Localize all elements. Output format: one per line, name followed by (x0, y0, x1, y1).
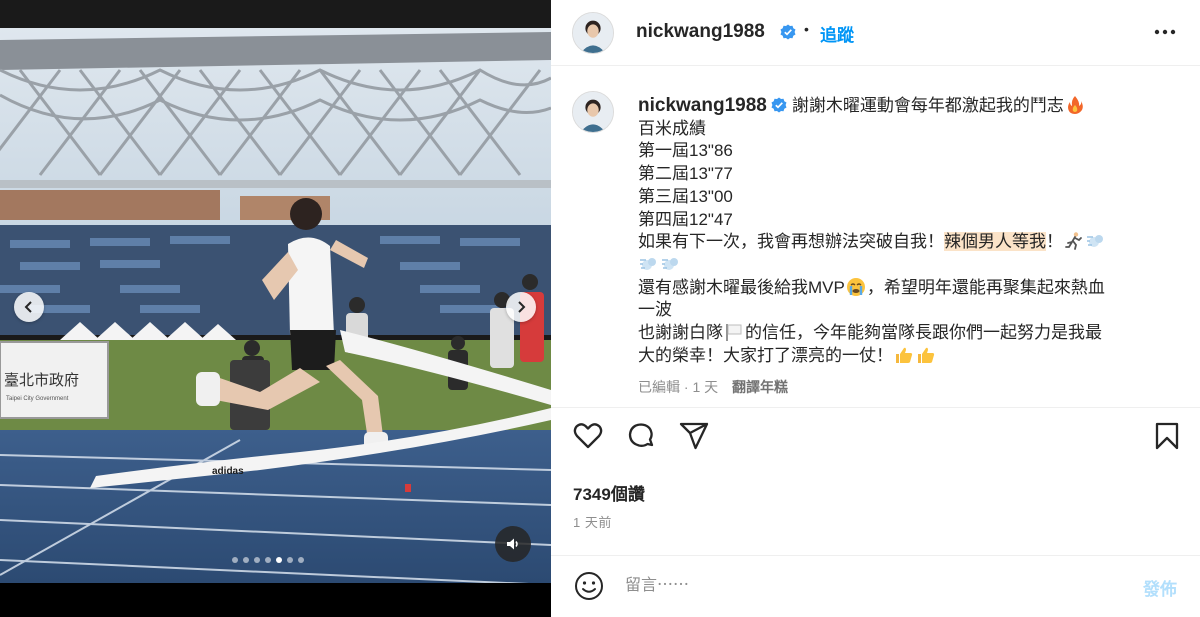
author-username[interactable]: nickwang1988 (636, 21, 765, 43)
carousel-dot (243, 557, 249, 563)
action-bar (551, 420, 1200, 464)
caption-text: nickwang1988 謝謝木曜運動會每年都激起我的鬥志 百米成績 第一屆13"… (638, 95, 1158, 367)
caption-line: 還有感謝木曜最後給我MVP ，希望明年還能再聚集起來熱血 (638, 277, 1158, 300)
signage-subtext: Taipei City Government (6, 396, 69, 402)
caption-line (638, 254, 1158, 277)
speaker-icon (507, 538, 518, 550)
caption-line-6: 第四屆12"47 (638, 209, 733, 229)
carousel-dot (298, 557, 304, 563)
carousel-next-button[interactable] (506, 292, 536, 322)
header-separator: • (804, 21, 809, 37)
comment-input[interactable] (625, 573, 1105, 599)
verified-badge-icon (771, 97, 787, 113)
post-header: nickwang1988 • 追蹤 (551, 0, 1200, 66)
fire-emoji-icon (1067, 96, 1083, 114)
crying-emoji-icon (846, 277, 865, 296)
carousel-dot (276, 557, 282, 563)
carousel-dot (254, 557, 260, 563)
edited-label: 已編輯 (638, 379, 680, 395)
caption-line-5: 第三屆13"00 (638, 186, 733, 206)
caption-highlight: 辣個男人等我 (944, 232, 1046, 252)
dash-emoji-icon (1087, 235, 1103, 248)
comment-icon[interactable] (625, 420, 657, 452)
carousel-dot (287, 557, 293, 563)
caption-age: 1 天 (692, 379, 719, 395)
avatar-image (573, 13, 613, 53)
post-timestamp: 1 天前 (573, 515, 612, 530)
bookmark-icon[interactable] (1151, 420, 1183, 452)
ribbon-brand-text: adidas (212, 466, 244, 477)
caption-line-7b: ！ (1046, 232, 1063, 252)
caption-line: 如果有下一次，我會再想辦法突破自我！辣個男人等我！ (638, 231, 1158, 254)
caption-line-9: 還有感謝木曜最後給我MVP (638, 277, 845, 297)
follow-button[interactable]: 追蹤 (820, 21, 854, 46)
signage-text: 臺北市政府 (4, 372, 79, 389)
caption-line-9b: ，希望明年還能再聚集起來熱血 (866, 277, 1105, 297)
caption-line-7a: 如果有下一次，我會再想辦法突破自我！ (638, 232, 944, 252)
caption-line-3: 第一屆13"86 (638, 141, 733, 161)
heart-icon[interactable] (572, 420, 604, 452)
caption-line-10: 一波 (638, 300, 672, 320)
thumbs-up-emoji-icon (918, 347, 935, 363)
share-icon[interactable] (678, 420, 710, 452)
avatar-image (573, 92, 613, 132)
emoji-picker-icon[interactable] (573, 570, 605, 602)
likes-count[interactable]: 7349個讚 (573, 480, 645, 505)
caption-line: nickwang1988 謝謝木曜運動會每年都激起我的鬥志 (638, 95, 1158, 118)
caption-line-12: 大的榮幸！大家打了漂亮的一仗！ (638, 345, 893, 365)
caption-line-11a: 也謝謝白隊 (638, 323, 723, 343)
carousel-dot (265, 557, 271, 563)
caption-line-11b: 的信任，今年能夠當隊長跟你們一起努力是我最 (745, 323, 1102, 343)
runner-emoji-icon (1065, 232, 1082, 251)
caption-author-avatar[interactable] (572, 91, 614, 133)
caption-username[interactable]: nickwang1988 (638, 95, 767, 116)
dash-emoji-icon (662, 257, 678, 270)
chevron-right-icon (518, 301, 526, 313)
post-comment-button[interactable]: 發佈 (1143, 575, 1177, 600)
caption-section: nickwang1988 謝謝木曜運動會每年都激起我的鬥志 百米成績 第一屆13"… (551, 66, 1200, 408)
post-details: nickwang1988 • 追蹤 nickwang1988 謝謝木曜運動會每年都… (551, 0, 1200, 617)
caption-line-1: 謝謝木曜運動會每年都激起我的鬥志 (791, 96, 1064, 115)
post-photo: 臺北市政府 Taipei City Government adidas (0, 0, 551, 583)
author-avatar[interactable] (572, 12, 614, 54)
caption-line-4: 第二屆13"77 (638, 164, 733, 184)
comment-bar: 發佈 (551, 555, 1200, 617)
caption-line: 大的榮幸！大家打了漂亮的一仗！ (638, 345, 1158, 368)
media-letterbox (0, 583, 551, 617)
caption-line-2: 百米成績 (638, 118, 706, 138)
carousel-indicator (232, 557, 304, 563)
caption-meta: 已編輯 · 1 天 翻譯年糕 (638, 377, 788, 397)
meta-dot: · (683, 379, 689, 395)
post-media[interactable]: 臺北市政府 Taipei City Government adidas (0, 0, 551, 617)
verified-badge-icon (780, 24, 796, 40)
caption-line: 也謝謝白隊 的信任，今年能夠當隊長跟你們一起努力是我最 (638, 322, 1158, 345)
more-options-icon[interactable] (1151, 20, 1179, 44)
dash-emoji-icon (640, 257, 656, 270)
carousel-dot (232, 557, 238, 563)
white-flag-emoji-icon (726, 324, 742, 342)
carousel-prev-button[interactable] (14, 292, 44, 322)
translate-button[interactable]: 翻譯年糕 (732, 379, 788, 395)
chevron-left-icon (24, 301, 32, 313)
thumbs-up-emoji-icon (896, 347, 913, 363)
audio-toggle-button[interactable] (495, 526, 531, 562)
